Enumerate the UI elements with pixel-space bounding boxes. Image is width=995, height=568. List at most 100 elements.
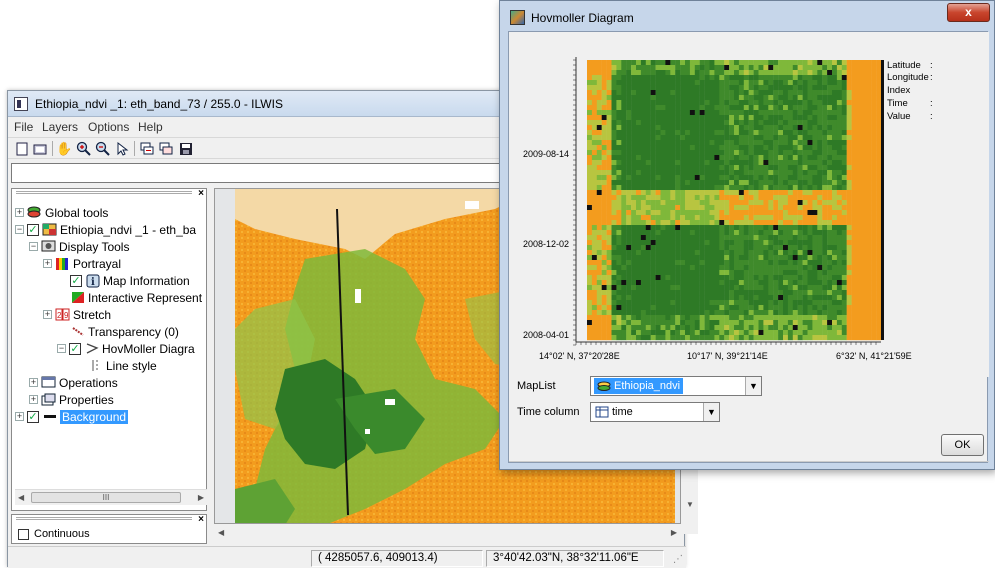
panel-grip[interactable] — [16, 191, 192, 194]
tree-hovmoller[interactable]: − ✓ HovMoller Diagra — [57, 340, 195, 357]
close-button[interactable]: x — [947, 3, 990, 22]
expand-icon[interactable]: + — [43, 310, 52, 319]
heatmap-cell — [729, 95, 735, 101]
expand-icon[interactable]: + — [43, 259, 52, 268]
tree-operations[interactable]: + Operations — [29, 374, 118, 391]
hovmoller-title-bar[interactable]: Hovmoller Diagram x — [500, 1, 994, 31]
heatmap-cell — [827, 245, 833, 251]
background-checkbox[interactable]: ✓ — [27, 410, 39, 423]
tree-properties[interactable]: + Properties — [29, 391, 114, 408]
heatmap-cell — [807, 240, 813, 246]
tree-line-style[interactable]: Line style — [88, 357, 157, 374]
continuous-checkbox[interactable] — [18, 528, 29, 540]
menu-help[interactable]: Help — [138, 120, 163, 134]
scroll-thumb[interactable]: III — [31, 492, 181, 503]
heatmap-cell — [596, 155, 602, 161]
chevron-down-icon[interactable]: ▼ — [703, 403, 719, 421]
collapse-icon[interactable]: − — [57, 344, 66, 353]
tree-background[interactable]: + ✓ Background — [15, 408, 129, 425]
heatmap-cell — [699, 225, 705, 231]
heatmap-cell — [670, 235, 676, 241]
heatmap-cell — [792, 100, 798, 106]
panel-grip[interactable] — [16, 517, 192, 520]
scroll-down-icon[interactable]: ▼ — [686, 500, 694, 509]
heatmap-cell — [626, 245, 632, 251]
panel-close-icon[interactable]: × — [198, 188, 204, 199]
tree-transparency[interactable]: Transparency (0) — [70, 323, 179, 340]
heatmap-cell — [797, 80, 803, 86]
heatmap-cell — [680, 245, 686, 251]
tree-display-tools[interactable]: − Display Tools — [29, 238, 129, 255]
zoom-out-icon[interactable] — [94, 140, 111, 157]
tree-global-tools[interactable]: + Global tools — [15, 204, 108, 221]
map-information-checkbox[interactable]: ✓ — [70, 274, 82, 287]
heatmap-cell — [645, 285, 651, 291]
panel-close-icon[interactable]: × — [198, 514, 204, 525]
heatmap-cell — [714, 280, 720, 286]
heatmap-cell — [851, 95, 857, 101]
tree-map-layer[interactable]: − ✓ Ethiopia_ndvi _1 - eth_ba — [15, 221, 196, 238]
add-layer-icon[interactable] — [139, 140, 156, 157]
ok-button[interactable]: OK — [941, 434, 984, 456]
heatmap-cell — [645, 275, 651, 281]
heatmap-cell — [675, 95, 681, 101]
collapse-icon[interactable]: − — [15, 225, 24, 234]
resize-grip-icon[interactable]: ⋰ — [673, 554, 683, 565]
heatmap-cell — [616, 215, 622, 221]
heatmap-cell — [724, 190, 730, 196]
maplist-select[interactable]: Ethiopia_ndvi ▼ — [590, 376, 762, 396]
heatmap-cell — [812, 315, 818, 321]
expand-icon[interactable]: + — [29, 378, 38, 387]
expand-icon[interactable]: + — [29, 395, 38, 404]
heatmap-cell — [626, 145, 632, 151]
open-icon[interactable] — [31, 140, 48, 157]
hovmoller-plot[interactable]: 2009-08-14 2008-12-02 2008-04-01 14°02' … — [509, 32, 989, 377]
heatmap-cell — [650, 110, 656, 116]
heatmap-cell — [841, 75, 847, 81]
heatmap-cell — [709, 130, 715, 136]
hovmoller-heatmap[interactable] — [587, 60, 884, 341]
map-horizontal-scrollbar[interactable]: ◀ ▶ — [214, 524, 681, 541]
heatmap-cell — [802, 100, 808, 106]
heatmap-cell — [738, 245, 744, 251]
continuous-option[interactable]: Continuous — [18, 528, 90, 540]
chevron-down-icon[interactable]: ▼ — [745, 377, 761, 395]
scroll-left-icon[interactable]: ◀ — [218, 528, 224, 537]
heatmap-cell — [650, 125, 656, 131]
menu-layers[interactable]: Layers — [42, 120, 78, 134]
heatmap-cell — [734, 210, 740, 216]
expand-icon[interactable]: + — [15, 208, 24, 217]
hovmoller-checkbox[interactable]: ✓ — [69, 342, 81, 355]
collapse-icon[interactable]: − — [29, 242, 38, 251]
save-icon[interactable] — [177, 140, 194, 157]
zoom-in-icon[interactable] — [75, 140, 92, 157]
tree-interactive-representation[interactable]: Interactive Represent — [70, 289, 202, 306]
menu-options[interactable]: Options — [88, 120, 129, 134]
heatmap-cell — [665, 320, 671, 326]
heatmap-cell — [832, 140, 838, 146]
heatmap-cell — [778, 130, 784, 136]
menu-file[interactable]: File — [14, 120, 33, 134]
tree-stretch[interactable]: + 29 Stretch — [43, 306, 111, 323]
pan-hand-icon[interactable]: ✋ — [56, 140, 73, 157]
new-map-icon[interactable] — [13, 140, 30, 157]
heatmap-cell — [719, 300, 725, 306]
remove-layer-icon[interactable] — [158, 140, 175, 157]
heatmap-cell — [734, 90, 740, 96]
expand-icon[interactable]: + — [15, 412, 24, 421]
heatmap-cell — [832, 95, 838, 101]
layer-visibility-checkbox[interactable]: ✓ — [27, 223, 39, 236]
heatmap-cell — [876, 135, 882, 141]
heatmap-cell — [689, 195, 695, 201]
time-column-select[interactable]: time ▼ — [590, 402, 720, 422]
tree-portrayal[interactable]: + Portrayal — [43, 255, 121, 272]
tree-horizontal-scrollbar[interactable]: ◀ III ▶ — [15, 489, 207, 505]
scroll-right-icon[interactable]: ▶ — [198, 493, 204, 502]
tree-map-information[interactable]: ✓ i Map Information — [70, 272, 190, 289]
heatmap-cell — [601, 240, 607, 246]
select-arrow-icon[interactable] — [113, 140, 130, 157]
scroll-right-icon[interactable]: ▶ — [671, 528, 677, 537]
heatmap-cell — [827, 225, 833, 231]
scroll-left-icon[interactable]: ◀ — [18, 493, 24, 502]
heatmap-cell — [783, 265, 789, 271]
